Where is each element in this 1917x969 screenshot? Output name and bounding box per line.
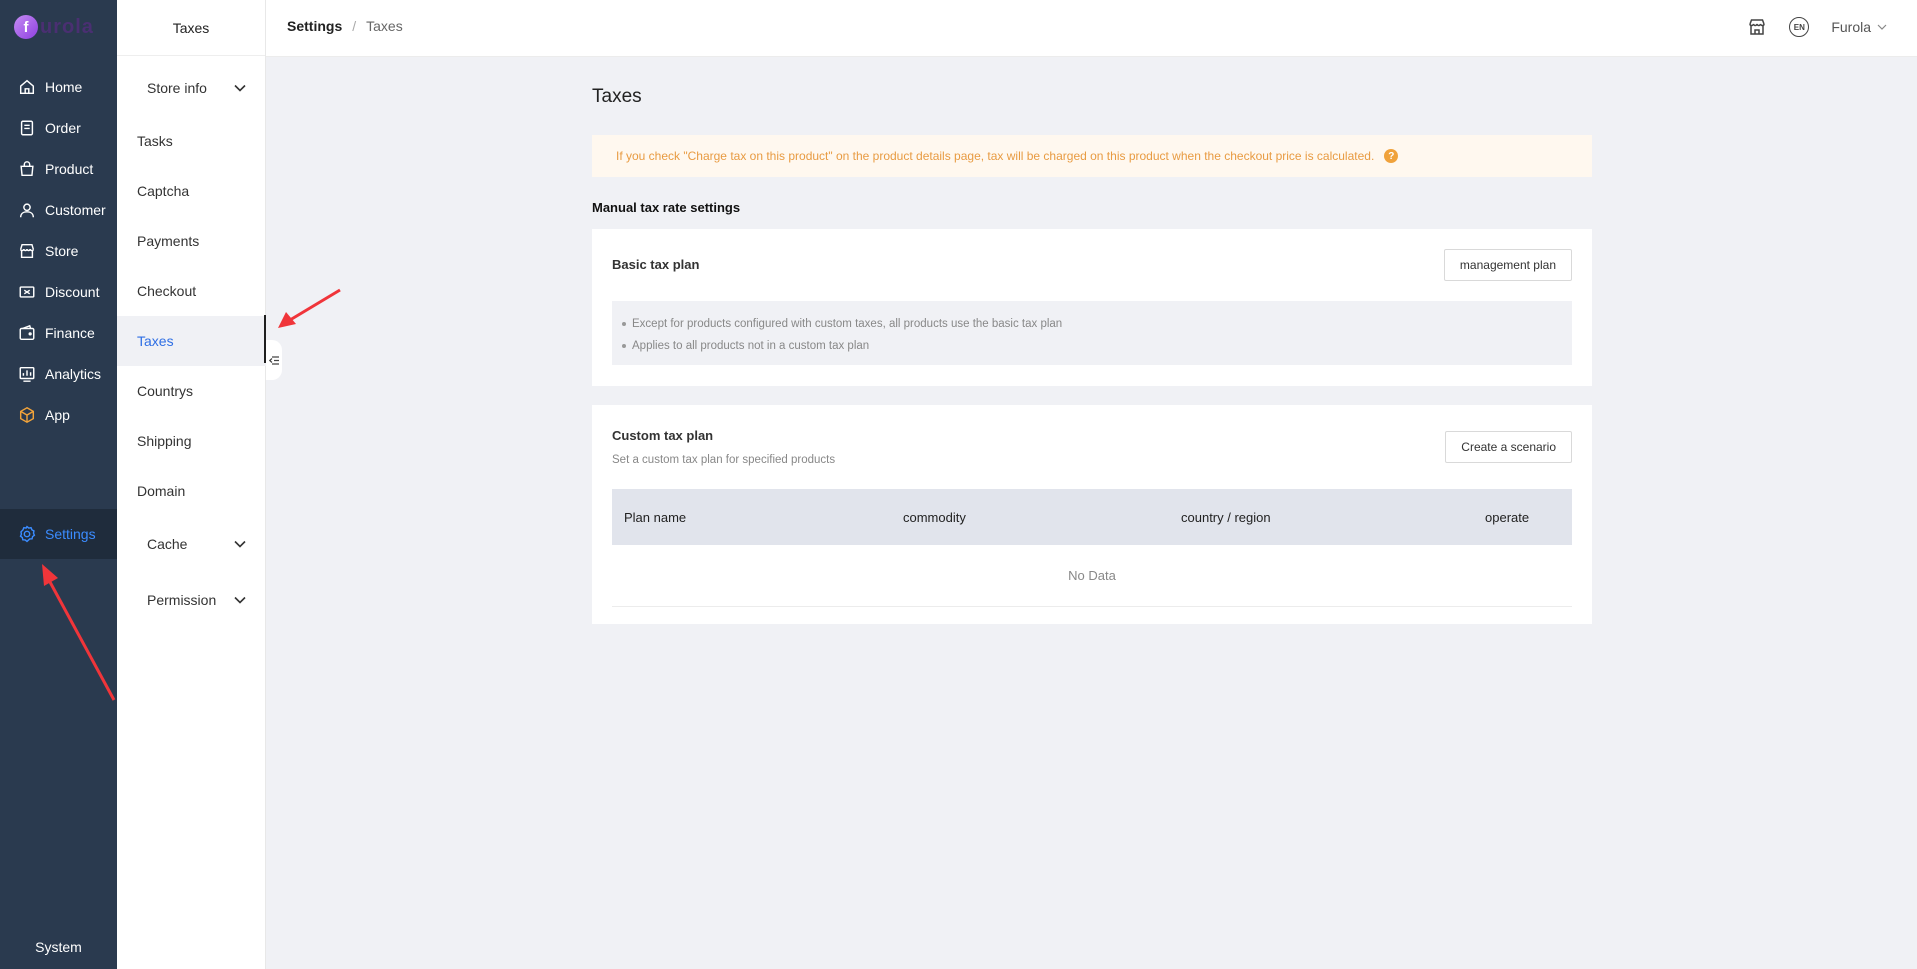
help-icon[interactable]: ?: [1384, 149, 1399, 163]
submenu-item-tasks[interactable]: Tasks: [117, 116, 266, 166]
submenu-label: Permission: [147, 592, 217, 608]
user-name: Furola: [1831, 19, 1871, 35]
annotation-arrow-taxes: [278, 288, 341, 328]
submenu-label: Domain: [137, 483, 186, 499]
nav-system[interactable]: System: [0, 939, 117, 955]
list-item: Applies to all products not in a custom …: [622, 335, 1572, 357]
column-operate: operate: [1485, 509, 1530, 525]
nav-label: Store: [45, 243, 79, 259]
analytics-icon: [19, 366, 35, 382]
column-country-region: country / region: [1181, 509, 1271, 525]
notice-text: If you check "Charge tax on this product…: [616, 149, 1375, 163]
nav-label: Order: [45, 120, 81, 136]
nav-label: Customer: [45, 202, 106, 218]
nav-item-app[interactable]: App: [0, 390, 117, 440]
table-header: Plan name commodity country / region ope…: [612, 489, 1572, 545]
breadcrumb-taxes: Taxes: [366, 18, 403, 34]
submenu-item-store-info[interactable]: Store info: [117, 63, 266, 113]
management-plan-button[interactable]: management plan: [1443, 249, 1572, 281]
nav-label: Home: [45, 79, 83, 95]
submenu-label: Captcha: [137, 183, 190, 199]
nav-label: Discount: [45, 284, 100, 300]
basic-plan-title: Basic tax plan: [612, 257, 700, 272]
bag-icon: [20, 161, 34, 177]
logo-text: urola: [40, 15, 94, 38]
page-title: Taxes: [592, 86, 642, 107]
submenu-item-countrys[interactable]: Countrys: [117, 366, 266, 416]
chevron-down-icon: [234, 596, 246, 604]
brand-logo[interactable]: f urola: [14, 12, 94, 42]
custom-plan-title: Custom tax plan: [612, 428, 714, 443]
top-header: Settings / Taxes EN Furola: [266, 0, 1917, 57]
settings-submenu: Taxes Store info Tasks Captcha Payments …: [117, 0, 266, 969]
header-actions: EN Furola: [1747, 17, 1887, 37]
submenu-label: Payments: [137, 233, 200, 249]
custom-plan-subtitle: Set a custom tax plan for specified prod…: [612, 454, 836, 466]
section-title: Manual tax rate settings: [592, 200, 741, 215]
submenu-item-captcha[interactable]: Captcha: [117, 166, 266, 216]
list-item: Except for products configured with cust…: [622, 313, 1572, 335]
discount-icon: [19, 286, 35, 298]
collapse-menu-icon: [269, 355, 279, 365]
wallet-icon: [19, 324, 35, 341]
submenu-item-checkout[interactable]: Checkout: [117, 266, 266, 316]
submenu-item-cache[interactable]: Cache: [117, 519, 266, 569]
submenu-item-shipping[interactable]: Shipping: [117, 416, 266, 466]
submenu-label: Store info: [147, 80, 207, 96]
collapse-submenu-toggle[interactable]: [266, 340, 282, 380]
nav-label: Product: [45, 161, 94, 177]
submenu-label: Shipping: [137, 433, 192, 449]
bullet-icon: [622, 321, 626, 326]
nav-item-settings[interactable]: Settings: [0, 509, 117, 559]
user-icon: [19, 203, 35, 218]
breadcrumb-separator: /: [352, 18, 357, 34]
cube-icon: [19, 406, 35, 424]
bullet-icon: [622, 343, 626, 348]
nav-label: Settings: [45, 526, 96, 542]
create-scenario-button[interactable]: Create a scenario: [1445, 431, 1572, 463]
home-icon: [19, 79, 35, 95]
column-plan-name: Plan name: [624, 509, 687, 525]
store-icon: [19, 243, 35, 259]
nav-label: App: [45, 407, 70, 423]
submenu-item-payments[interactable]: Payments: [117, 216, 266, 266]
nav-label: Finance: [45, 325, 95, 341]
tax-notice-banner: If you check "Charge tax on this product…: [592, 135, 1592, 177]
bullet-text: Applies to all products not in a custom …: [632, 340, 870, 352]
language-switch[interactable]: EN: [1789, 17, 1810, 37]
storefront-icon[interactable]: [1747, 17, 1767, 37]
submenu-item-domain[interactable]: Domain: [117, 466, 266, 516]
gear-icon: [19, 525, 36, 543]
order-icon: [20, 120, 34, 136]
submenu-item-permission[interactable]: Permission: [117, 575, 266, 625]
logo-mark: f: [14, 15, 38, 39]
user-menu[interactable]: Furola: [1831, 19, 1887, 35]
submenu-label: Countrys: [137, 383, 194, 399]
submenu-title: Taxes: [117, 0, 265, 56]
breadcrumb-settings[interactable]: Settings: [287, 18, 342, 34]
breadcrumb: Settings / Taxes: [287, 18, 403, 34]
submenu-label: Checkout: [137, 283, 197, 299]
empty-state: No Data: [612, 545, 1572, 607]
basic-plan-info: Except for products configured with cust…: [612, 301, 1572, 365]
nav-label: Analytics: [45, 366, 102, 382]
main-nav: f urola Home Order Product Customer Stor…: [0, 0, 117, 969]
custom-tax-plan-card: Custom tax plan Set a custom tax plan fo…: [592, 405, 1592, 624]
submenu-label: Tasks: [137, 133, 173, 149]
bullet-text: Except for products configured with cust…: [632, 318, 1063, 330]
chevron-down-icon: [1877, 24, 1887, 30]
column-commodity: commodity: [903, 509, 966, 525]
submenu-label: Cache: [147, 536, 188, 552]
chevron-down-icon: [234, 84, 246, 92]
chevron-down-icon: [234, 540, 246, 548]
submenu-item-taxes[interactable]: Taxes: [117, 316, 266, 366]
basic-tax-plan-card: Basic tax plan management plan Except fo…: [592, 229, 1592, 386]
submenu-label: Taxes: [137, 333, 174, 349]
